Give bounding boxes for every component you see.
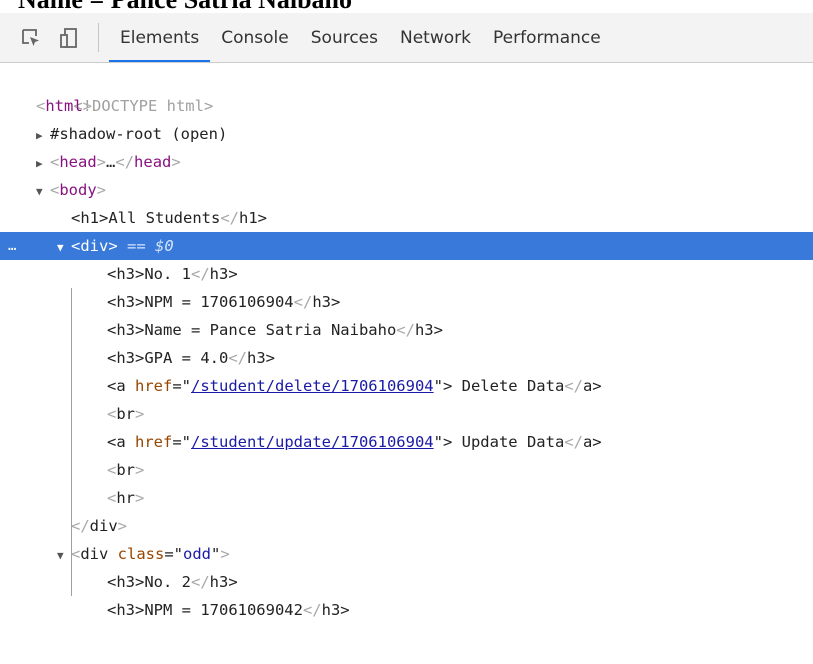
devtools-toolbar: Elements Console Sources Network Perform… (0, 13, 813, 63)
student-name: Name = Pance Satria Naibaho (144, 321, 397, 339)
dom-node-h3-gpa[interactable]: <h3>GPA = 4.0</h3> (0, 344, 813, 372)
more-actions-icon[interactable]: … (8, 232, 16, 260)
tab-network[interactable]: Network (389, 13, 482, 62)
collapse-triangle-icon[interactable]: ▼ (36, 178, 50, 206)
dom-node-head[interactable]: ▶ <head>…</head> (0, 148, 813, 176)
page-heading: Name = Pance Satria Naibaho (18, 0, 618, 13)
dom-node-a-delete[interactable]: <a href="/student/delete/1706106904"> De… (0, 372, 813, 400)
h1-text: All Students (108, 209, 221, 227)
student-npm: NPM = 17061069042 (144, 601, 303, 619)
dom-tree: <!DOCTYPE html> <html> ▶ #shadow-root (op… (0, 64, 813, 664)
student-gpa: GPA = 4.0 (144, 349, 229, 367)
tab-elements[interactable]: Elements (109, 13, 211, 62)
tab-performance[interactable]: Performance (482, 13, 612, 62)
expand-triangle-icon[interactable]: ▶ (36, 122, 50, 150)
dom-node-a-update[interactable]: <a href="/student/update/1706106904"> Up… (0, 428, 813, 456)
student-no: No. 1 (144, 265, 191, 283)
student-no: No. 2 (144, 573, 191, 591)
dom-node-h3-npm[interactable]: <h3>NPM = 17061069042</h3> (0, 596, 813, 624)
shadow-root-label: #shadow-root (open) (50, 125, 228, 143)
student-npm: NPM = 1706106904 (144, 293, 294, 311)
dom-node-div-close[interactable]: </div> (0, 512, 813, 540)
dom-node-doctype[interactable]: <!DOCTYPE html> (0, 64, 813, 115)
tag-name: head (134, 153, 172, 171)
selected-marker: == $0 (127, 237, 174, 255)
dom-node-selected-div[interactable]: … ▼ <div> == $0 (0, 232, 813, 260)
tab-console[interactable]: Console (210, 13, 300, 62)
delete-text: Delete Data (452, 377, 565, 395)
tag-name: div (80, 237, 109, 255)
expand-triangle-icon[interactable]: ▶ (36, 150, 50, 178)
dom-node-br[interactable]: <br> (0, 456, 813, 484)
class-value: odd (183, 545, 212, 563)
dom-node-h3-name[interactable]: <h3>Name = Pance Satria Naibaho</h3> (0, 316, 813, 344)
delete-link[interactable]: /student/delete/1706106904 (191, 377, 434, 395)
collapsed-ellipsis: … (106, 153, 116, 171)
dom-node-body[interactable]: ▼ <body> (0, 176, 813, 204)
dom-node-div-odd[interactable]: ▼ <div class="odd"> (0, 540, 813, 568)
tag-name: head (59, 153, 97, 171)
tag-name: body (59, 181, 97, 199)
tab-sources[interactable]: Sources (300, 13, 389, 62)
dom-node-h1[interactable]: <h1>All Students</h1> (0, 204, 813, 232)
dom-node-h3-no[interactable]: <h3>No. 2</h3> (0, 568, 813, 596)
dom-node-html[interactable]: <html> (0, 92, 813, 120)
update-link[interactable]: /student/update/1706106904 (191, 433, 434, 451)
dom-node-h3-no[interactable]: <h3>No. 1</h3> (0, 260, 813, 288)
device-toolbar-icon[interactable] (50, 13, 88, 62)
collapse-triangle-icon[interactable]: ▼ (57, 542, 71, 570)
collapse-triangle-icon[interactable]: ▼ (57, 234, 71, 262)
inspect-element-icon[interactable] (12, 13, 50, 62)
dom-node-shadow-root[interactable]: ▶ #shadow-root (open) (0, 120, 813, 148)
dom-node-hr[interactable]: <hr> (0, 484, 813, 512)
tag-name: html (45, 97, 83, 115)
dom-node-br[interactable]: <br> (0, 400, 813, 428)
update-text: Update Data (452, 433, 565, 451)
dom-node-h3-npm[interactable]: <h3>NPM = 1706106904</h3> (0, 288, 813, 316)
toolbar-divider (98, 23, 99, 52)
